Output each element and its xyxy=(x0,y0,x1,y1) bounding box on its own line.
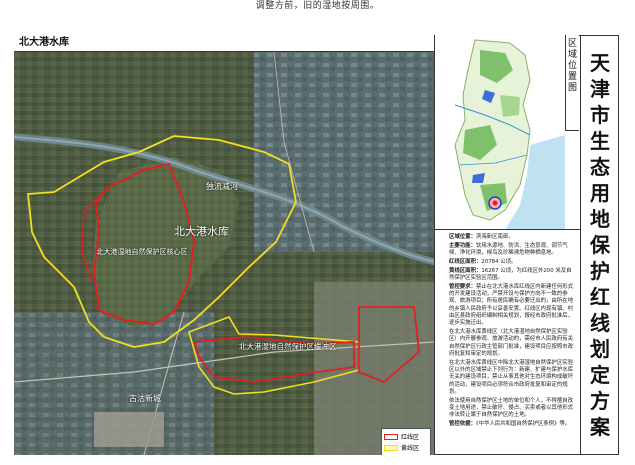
core-zone-label: 北大港湿地自然保护区核心区 xyxy=(96,248,188,256)
desc-control-2: 在北大港水库黄线区（北大港湿地自然保护区实验区）内开展参观、旅游活动的，需经市人… xyxy=(449,329,573,357)
legend-label: 红线区 xyxy=(401,434,420,441)
desc-control-3: 在北大港水库黄线区中除北大港湿地自然保护区实验区以外的区域禁止下列行为：新建、扩… xyxy=(449,359,573,395)
desc-function: 主要功能：饮用水源地、防洪、生态景观、调节气候、净化环境，候鸟及珍稀濒危物种栖息… xyxy=(449,242,568,257)
desc-basis: 管控依据：《中华人民共和国自然保护区条例》等。 xyxy=(449,421,571,428)
buffer-zone-label: 北大港湿地自然保护区缓冲区 xyxy=(239,342,337,351)
desc-control-4: 依法使用自然保护区土地的单位和个人，不得擅自改变土地用途，禁止破坏、侵占、买卖或… xyxy=(449,397,573,419)
river-label: 独流减河 xyxy=(206,182,238,191)
satellite-map xyxy=(14,52,434,455)
reservoir-label: 北大港水库 xyxy=(174,225,229,238)
pond-area-northeast xyxy=(254,52,434,252)
legend-item-water: 水体 xyxy=(384,453,428,455)
location-marker-dot xyxy=(492,200,498,206)
legend-label: 黄线区 xyxy=(401,445,420,452)
legend-item-yellow: 黄线区 xyxy=(384,442,428,453)
town-area xyxy=(94,412,164,447)
legend-swatch-red xyxy=(384,433,398,440)
legend-item-red: 红线区 xyxy=(384,431,428,442)
location-map-panel: 区域位置图 xyxy=(435,35,580,230)
desc-red-area: 红线区面积：20784 公顷。 xyxy=(449,258,517,265)
title-column: 天津市生态用地保护红线划定方案 xyxy=(580,35,619,455)
desc-area: 区域位置：滨海新区南部。 xyxy=(449,234,514,240)
top-caption: 调整方前，旧的湿地按周围。 xyxy=(255,1,380,11)
location-map xyxy=(435,35,565,229)
legend-label: 水体 xyxy=(401,454,413,455)
description-panel: 区域位置：滨海新区南部。 主要功能：饮用水源地、防洪、生态景观、调节气候、净化环… xyxy=(435,230,580,455)
legend-swatch-yellow xyxy=(384,444,398,451)
map-legend: 红线区 黄线区 水体 xyxy=(381,428,431,455)
desc-yellow-area: 黄线区面积：16267 公顷，为红线区外200 米及自然保护区实验区范围。 xyxy=(449,267,572,281)
green-zone xyxy=(500,95,520,117)
desc-control: 管控要求：禁止在北大港水库红线区内新建任何形式的开发建设活动，严禁开设与保护方向… xyxy=(449,283,574,327)
page-title: 天津市生态用地保护红线划定方案 xyxy=(590,51,610,439)
main-map-panel: 北大港水库 独流减河 北大港水库 北大港湿地自然保护区核心区 北大港湿地自然保护… xyxy=(14,35,435,455)
map-title: 北大港水库 xyxy=(14,35,434,52)
port-area-label: 古沽新城 xyxy=(129,394,161,403)
location-map-label: 区域位置图 xyxy=(565,35,579,131)
